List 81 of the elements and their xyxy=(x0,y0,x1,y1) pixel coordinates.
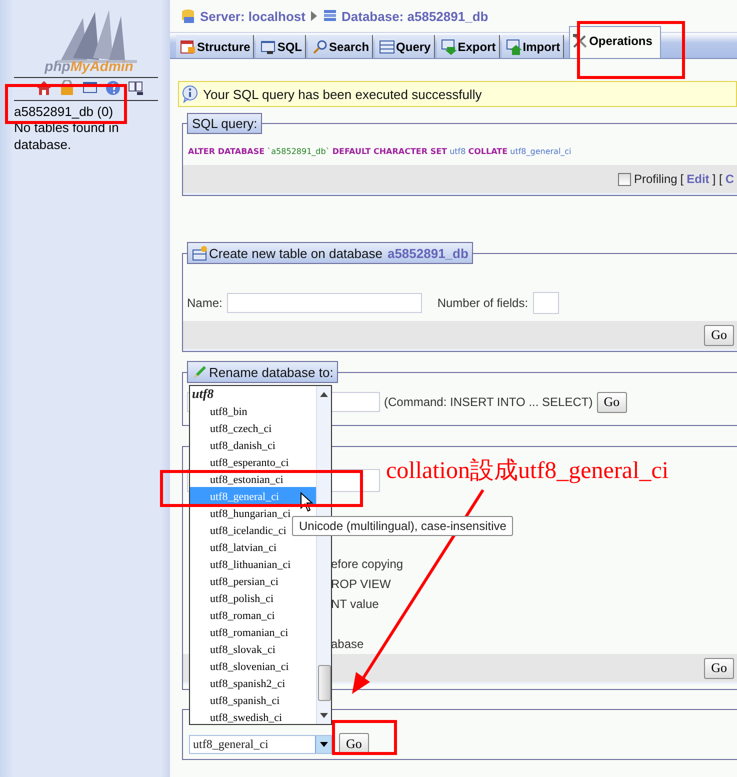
legend-text: Create new table on database xyxy=(209,246,382,260)
dropdown-option[interactable]: utf8_estonian_ci xyxy=(210,473,284,487)
dropdown-option[interactable]: utf8_latvian_ci xyxy=(210,541,277,555)
dropdown-option[interactable]: utf8_polish_ci xyxy=(210,592,274,606)
sql-window-icon xyxy=(260,38,276,54)
option-label: abase xyxy=(331,636,365,653)
annotation-text: collation設成utf8_general_ci xyxy=(386,457,669,486)
tools-icon xyxy=(572,32,588,48)
search-icon xyxy=(312,38,328,54)
dropdown-option[interactable]: utf8_persian_ci xyxy=(210,575,278,589)
fields-input[interactable] xyxy=(533,292,560,314)
go-button[interactable]: Go xyxy=(596,392,627,412)
database-link[interactable]: a5852891_db (0) xyxy=(14,104,170,119)
info-icon xyxy=(181,85,199,103)
scroll-up-arrow-icon xyxy=(320,392,328,397)
import-icon xyxy=(506,38,522,54)
dropdown-option[interactable]: utf8_spanish_ci xyxy=(210,694,280,708)
table-icon xyxy=(180,38,196,54)
dropdown-option[interactable]: utf8_danish_ci xyxy=(210,439,276,453)
section-legend: SQL query: xyxy=(187,113,262,134)
link[interactable]: C xyxy=(725,172,734,186)
database-link[interactable]: Database: a5852891_db xyxy=(342,8,488,24)
dropdown-option[interactable]: utf8_lithuanian_ci xyxy=(210,558,291,572)
go-button[interactable]: Go xyxy=(339,733,369,754)
scrollbar-thumb[interactable] xyxy=(318,665,330,701)
logo-text: phpMyAdmin xyxy=(44,58,134,74)
dropdown-option[interactable]: utf8_spanish2_ci xyxy=(210,677,286,691)
separator-arrow-icon xyxy=(310,10,318,22)
bracket-text: [ xyxy=(680,172,684,186)
database-icon xyxy=(322,8,338,24)
dropdown-option[interactable]: utf8_slovak_ci xyxy=(210,643,276,657)
pencil-icon xyxy=(192,364,208,380)
dropdown-option[interactable]: utf8_slovenian_ci xyxy=(210,660,289,674)
option-label: efore copying xyxy=(331,556,404,573)
tab[interactable]: Import xyxy=(502,35,564,58)
message-text: Your SQL query has been executed successfully xyxy=(203,86,482,102)
legend-database-name: a5852891_db xyxy=(387,246,468,260)
help-icon xyxy=(105,80,121,96)
tab[interactable]: SQL xyxy=(256,35,306,58)
server-link[interactable]: Server: localhost xyxy=(200,8,306,24)
book-icon xyxy=(128,80,144,96)
dropdown-option[interactable]: utf8_czech_ci xyxy=(210,422,272,436)
collation-select[interactable]: utf8_general_ci xyxy=(189,735,332,754)
highlight-frame xyxy=(332,720,397,755)
link[interactable]: Edit xyxy=(686,172,710,186)
home-icon xyxy=(36,80,52,96)
tab[interactable]: Search xyxy=(308,35,374,58)
tab[interactable]: Structure xyxy=(176,35,254,58)
go-button[interactable]: Go xyxy=(704,324,734,346)
dropdown-option[interactable]: utf8_icelandic_ci xyxy=(210,524,286,538)
field-label: Number of fields: xyxy=(437,296,528,310)
tooltip: Unicode (multilingual), case-insensitive xyxy=(292,516,514,536)
dropdown-option[interactable]: utf8_roman_ci xyxy=(210,609,275,623)
legend-text: Rename database to: xyxy=(209,364,334,380)
lock-icon xyxy=(59,80,75,96)
new-table-icon xyxy=(192,245,208,261)
name-input[interactable] xyxy=(227,293,422,313)
option-label: NT value xyxy=(331,596,380,613)
server-icon xyxy=(180,8,196,24)
option-group-label: utf8 xyxy=(191,386,215,402)
tab[interactable]: Query xyxy=(375,35,435,58)
go-button[interactable]: Go xyxy=(704,658,734,678)
dropdown-arrow-icon xyxy=(320,742,328,747)
option-label: ROP VIEW xyxy=(331,576,392,593)
bracket-text: ] [ xyxy=(712,172,722,186)
tab[interactable]: Export xyxy=(436,35,500,58)
dropdown-option[interactable]: utf8_hungarian_ci xyxy=(210,507,291,521)
dropdown-option[interactable]: utf8_romanian_ci xyxy=(210,626,288,640)
tab[interactable]: Operations xyxy=(569,26,662,58)
sql-query-text: ALTER DATABASE `a5852891_db` DEFAULT CHARACTER SET utf8 COLLATE utf8_general_ci xyxy=(187,146,572,158)
checkbox[interactable] xyxy=(618,172,631,186)
dropdown-option[interactable]: utf8_swedish_ci xyxy=(210,711,282,725)
checkbox-label: Profiling xyxy=(634,172,678,186)
cursor-icon xyxy=(300,492,314,512)
dropdown-option[interactable]: utf8_bin xyxy=(210,405,248,419)
dropdown-option[interactable]: utf8_esperanto_ci xyxy=(210,456,289,470)
scroll-down-arrow-icon xyxy=(320,713,328,718)
table-icon xyxy=(379,38,396,54)
command-note: (Command: INSERT INTO ... SELECT) xyxy=(384,395,593,409)
field-label: Name: xyxy=(187,296,222,310)
export-icon xyxy=(440,38,457,54)
